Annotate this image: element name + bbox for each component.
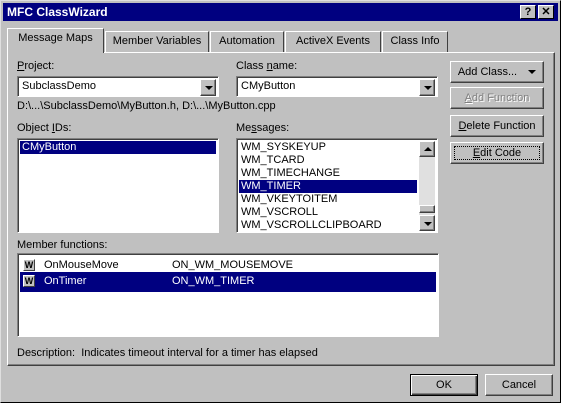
scroll-up-button[interactable] xyxy=(419,141,435,157)
scroll-thumb[interactable] xyxy=(419,205,435,213)
chevron-down-icon xyxy=(205,86,213,90)
add-class-button[interactable]: Add Class... xyxy=(450,61,544,83)
title-bar[interactable]: MFC ClassWizard ? ✕ xyxy=(3,3,558,21)
class-name-value: CMyButton xyxy=(241,80,296,92)
class-name-label: Class name: xyxy=(236,60,298,72)
file-paths: D:\...\SubclassDemo\MyButton.h, D:\...\M… xyxy=(17,100,276,112)
tab-label: Automation xyxy=(219,35,275,47)
chevron-down-icon xyxy=(424,222,432,226)
list-item[interactable]: WM_TCARD xyxy=(239,154,417,167)
tab-label: Member Variables xyxy=(112,35,202,47)
member-functions-list[interactable]: W OnMouseMove ON_WM_MOUSEMOVE W OnTimer … xyxy=(17,253,439,337)
tab-label: Message Maps xyxy=(18,32,93,44)
ok-button[interactable]: OK xyxy=(410,374,478,396)
edit-code-button[interactable]: Edit Code xyxy=(450,142,544,164)
help-button[interactable]: ? xyxy=(520,5,536,19)
object-ids-list[interactable]: CMyButton xyxy=(17,138,219,233)
close-button[interactable]: ✕ xyxy=(538,5,554,19)
class-name-combo[interactable]: CMyButton xyxy=(236,76,438,97)
description-label: Description: xyxy=(17,347,76,359)
function-handler: ON_WM_TIMER xyxy=(172,275,255,287)
windows-message-icon: W xyxy=(23,259,35,271)
project-combo[interactable]: SubclassDemo xyxy=(17,76,219,97)
messages-label: Messages: xyxy=(236,122,290,134)
messages-scrollbar[interactable] xyxy=(419,141,435,231)
project-value: SubclassDemo xyxy=(22,80,96,92)
tab-label: ActiveX Events xyxy=(296,35,370,47)
cancel-button[interactable]: Cancel xyxy=(485,374,553,396)
tab-member-variables[interactable]: Member Variables xyxy=(105,31,209,52)
class-name-dropdown-button[interactable] xyxy=(419,79,435,96)
messages-list[interactable]: WM_SYSKEYUP WM_TCARD WM_TIMECHANGE WM_TI… xyxy=(236,138,438,233)
window-title: MFC ClassWizard xyxy=(7,5,108,19)
project-dropdown-button[interactable] xyxy=(200,79,216,96)
description-text: Indicates timeout interval for a timer h… xyxy=(81,347,318,359)
list-item[interactable]: WM_VSCROLL xyxy=(239,206,417,219)
chevron-down-icon xyxy=(528,70,537,75)
list-item[interactable]: WM_SYSKEYUP xyxy=(239,141,417,154)
scroll-down-button[interactable] xyxy=(419,215,435,231)
chevron-down-icon xyxy=(424,86,432,90)
chevron-up-icon xyxy=(424,147,432,151)
list-item-selected[interactable]: WM_TIMER xyxy=(239,180,417,193)
tab-automation[interactable]: Automation xyxy=(210,31,284,52)
tab-class-info[interactable]: Class Info xyxy=(382,31,448,52)
add-function-button[interactable]: Add Function xyxy=(450,87,544,109)
function-name: OnTimer xyxy=(44,275,87,287)
tab-message-maps[interactable]: Message Maps xyxy=(7,28,104,53)
delete-function-button[interactable]: Delete Function xyxy=(450,115,544,137)
windows-message-icon: W xyxy=(23,275,35,287)
object-ids-label: Object IDs: xyxy=(17,122,72,134)
table-row-selected[interactable]: W OnTimer ON_WM_TIMER xyxy=(20,272,436,292)
list-item[interactable]: CMyButton xyxy=(20,141,216,154)
list-item[interactable]: WM_VSCROLLCLIPBOARD xyxy=(239,219,417,232)
list-item[interactable]: WM_VKEYTOITEM xyxy=(239,193,417,206)
add-class-label: Add Class... xyxy=(457,66,518,78)
description: Description: Indicates timeout interval … xyxy=(17,347,318,359)
list-item[interactable]: WM_TIMECHANGE xyxy=(239,167,417,180)
tab-activex-events[interactable]: ActiveX Events xyxy=(285,31,381,52)
tab-label: Class Info xyxy=(390,35,440,47)
classwizard-window: MFC ClassWizard ? ✕ Message Maps Member … xyxy=(0,0,561,403)
member-functions-label: Member functions: xyxy=(17,239,108,251)
project-label: Project: xyxy=(17,60,55,72)
